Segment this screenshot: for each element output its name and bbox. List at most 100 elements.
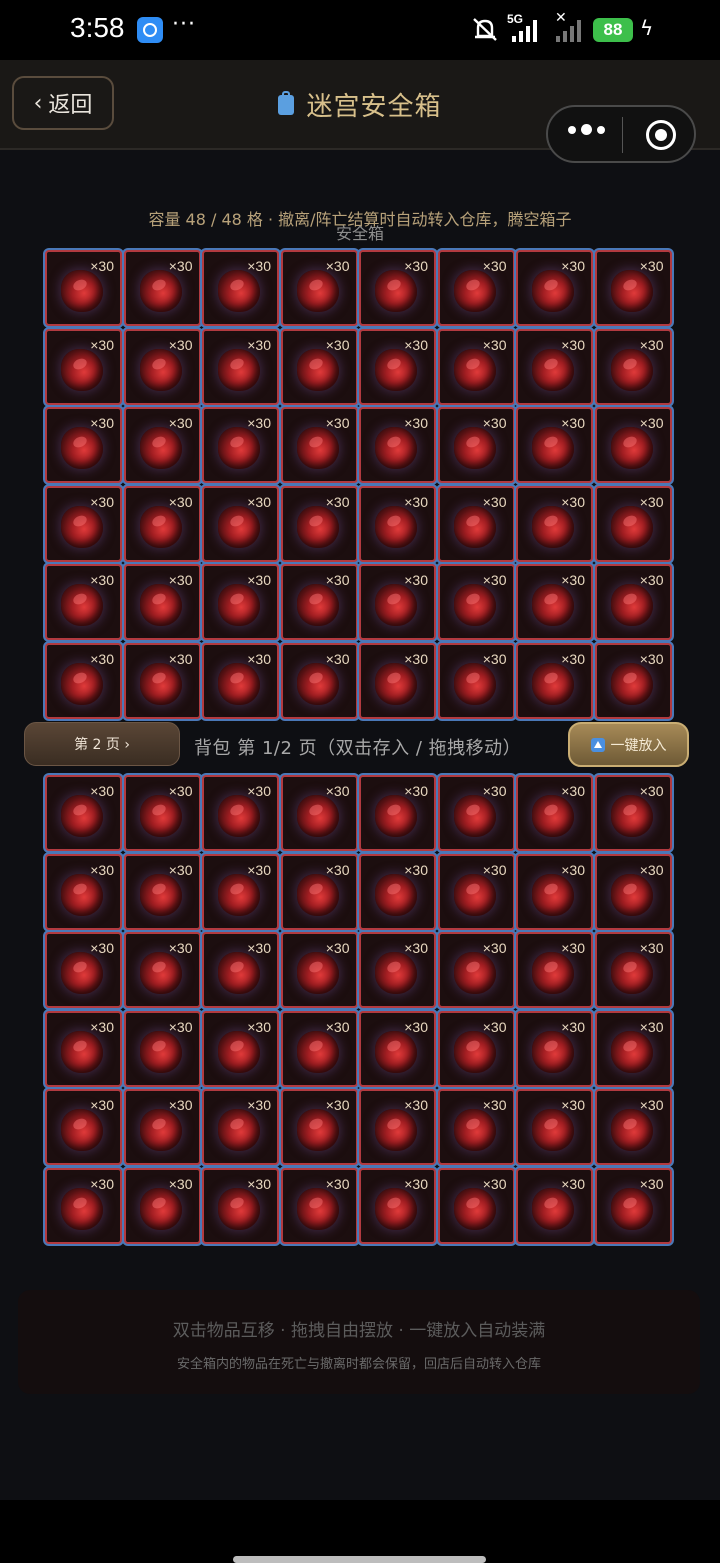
item-slot[interactable]: ×30 (359, 250, 436, 326)
item-slot[interactable]: ×30 (437, 932, 515, 1008)
item-slot[interactable]: ×30 (45, 1010, 122, 1087)
item-slot[interactable]: ×30 (45, 1167, 122, 1244)
item-slot[interactable]: ×30 (123, 1089, 201, 1165)
item-slot[interactable]: ×30 (45, 642, 122, 719)
item-slot[interactable]: ×30 (280, 932, 358, 1008)
item-slot[interactable]: ×30 (359, 642, 436, 719)
item-slot[interactable]: ×30 (280, 1089, 358, 1165)
item-slot[interactable]: ×30 (359, 775, 436, 851)
item-slot[interactable]: ×30 (437, 642, 515, 719)
item-slot[interactable]: ×30 (45, 853, 122, 930)
item-slot[interactable]: ×30 (123, 250, 201, 326)
item-slot[interactable]: ×30 (45, 328, 122, 405)
item-slot[interactable]: ×30 (45, 564, 122, 640)
item-slot[interactable]: ×30 (123, 642, 201, 719)
item-slot[interactable]: ×30 (202, 564, 279, 640)
item-slot[interactable]: ×30 (280, 1010, 358, 1087)
item-slot[interactable]: ×30 (594, 932, 672, 1008)
item-slot[interactable]: ×30 (594, 250, 672, 326)
item-slot[interactable]: ×30 (45, 407, 122, 483)
item-slot[interactable]: ×30 (123, 564, 201, 640)
item-slot[interactable]: ×30 (594, 775, 672, 851)
item-slot[interactable]: ×30 (202, 853, 279, 930)
item-slot[interactable]: ×30 (437, 775, 515, 851)
item-slot[interactable]: ×30 (123, 407, 201, 483)
item-slot[interactable]: ×30 (594, 1010, 672, 1087)
item-slot[interactable]: ×30 (280, 250, 358, 326)
item-slot[interactable]: ×30 (202, 1167, 279, 1244)
item-slot[interactable]: ×30 (202, 932, 279, 1008)
item-slot[interactable]: ×30 (594, 407, 672, 483)
item-slot[interactable]: ×30 (123, 1167, 201, 1244)
item-slot[interactable]: ×30 (359, 1089, 436, 1165)
item-slot[interactable]: ×30 (594, 642, 672, 719)
item-slot[interactable]: ×30 (123, 853, 201, 930)
item-slot[interactable]: ×30 (123, 775, 201, 851)
item-slot[interactable]: ×30 (516, 485, 593, 562)
item-slot[interactable]: ×30 (202, 407, 279, 483)
item-slot[interactable]: ×30 (359, 1167, 436, 1244)
item-slot[interactable]: ×30 (594, 1167, 672, 1244)
item-slot[interactable]: ×30 (516, 642, 593, 719)
item-slot[interactable]: ×30 (359, 932, 436, 1008)
item-slot[interactable]: ×30 (437, 485, 515, 562)
item-slot[interactable]: ×30 (516, 564, 593, 640)
item-slot[interactable]: ×30 (280, 328, 358, 405)
item-slot[interactable]: ×30 (437, 250, 515, 326)
item-slot[interactable]: ×30 (516, 1167, 593, 1244)
item-slot[interactable]: ×30 (202, 1010, 279, 1087)
item-slot[interactable]: ×30 (123, 932, 201, 1008)
item-slot[interactable]: ×30 (516, 328, 593, 405)
item-slot[interactable]: ×30 (123, 328, 201, 405)
item-slot[interactable]: ×30 (516, 775, 593, 851)
item-slot[interactable]: ×30 (280, 775, 358, 851)
item-slot[interactable]: ×30 (280, 407, 358, 483)
item-slot[interactable]: ×30 (516, 1010, 593, 1087)
home-indicator[interactable] (233, 1556, 486, 1563)
item-slot[interactable]: ×30 (45, 485, 122, 562)
item-slot[interactable]: ×30 (45, 932, 122, 1008)
item-slot[interactable]: ×30 (516, 250, 593, 326)
item-slot[interactable]: ×30 (359, 853, 436, 930)
item-slot[interactable]: ×30 (202, 775, 279, 851)
next-page-button[interactable]: 第 2 页 › (24, 722, 180, 766)
item-slot[interactable]: ×30 (359, 485, 436, 562)
item-slot[interactable]: ×30 (45, 250, 122, 326)
item-slot[interactable]: ×30 (437, 1089, 515, 1165)
item-slot[interactable]: ×30 (280, 642, 358, 719)
item-slot[interactable]: ×30 (280, 1167, 358, 1244)
item-slot[interactable]: ×30 (437, 1167, 515, 1244)
item-slot[interactable]: ×30 (594, 564, 672, 640)
fill-all-button[interactable]: 一键放入 (568, 722, 689, 767)
item-slot[interactable]: ×30 (516, 407, 593, 483)
more-menu-icon[interactable] (568, 124, 605, 135)
item-slot[interactable]: ×30 (516, 1089, 593, 1165)
item-slot[interactable]: ×30 (437, 328, 515, 405)
item-slot[interactable]: ×30 (202, 250, 279, 326)
item-slot[interactable]: ×30 (359, 564, 436, 640)
item-slot[interactable]: ×30 (280, 485, 358, 562)
item-slot[interactable]: ×30 (202, 642, 279, 719)
item-slot[interactable]: ×30 (123, 485, 201, 562)
item-slot[interactable]: ×30 (359, 1010, 436, 1087)
item-slot[interactable]: ×30 (437, 564, 515, 640)
item-slot[interactable]: ×30 (280, 564, 358, 640)
item-slot[interactable]: ×30 (202, 485, 279, 562)
item-slot[interactable]: ×30 (594, 1089, 672, 1165)
item-slot[interactable]: ×30 (594, 485, 672, 562)
item-slot[interactable]: ×30 (437, 407, 515, 483)
item-slot[interactable]: ×30 (437, 853, 515, 930)
item-slot[interactable]: ×30 (516, 932, 593, 1008)
close-target-icon[interactable] (646, 120, 676, 150)
item-slot[interactable]: ×30 (202, 328, 279, 405)
item-slot[interactable]: ×30 (359, 328, 436, 405)
item-slot[interactable]: ×30 (594, 853, 672, 930)
item-slot[interactable]: ×30 (437, 1010, 515, 1087)
item-slot[interactable]: ×30 (202, 1089, 279, 1165)
item-slot[interactable]: ×30 (45, 1089, 122, 1165)
item-slot[interactable]: ×30 (359, 407, 436, 483)
item-slot[interactable]: ×30 (45, 775, 122, 851)
item-slot[interactable]: ×30 (594, 328, 672, 405)
item-slot[interactable]: ×30 (516, 853, 593, 930)
item-slot[interactable]: ×30 (123, 1010, 201, 1087)
